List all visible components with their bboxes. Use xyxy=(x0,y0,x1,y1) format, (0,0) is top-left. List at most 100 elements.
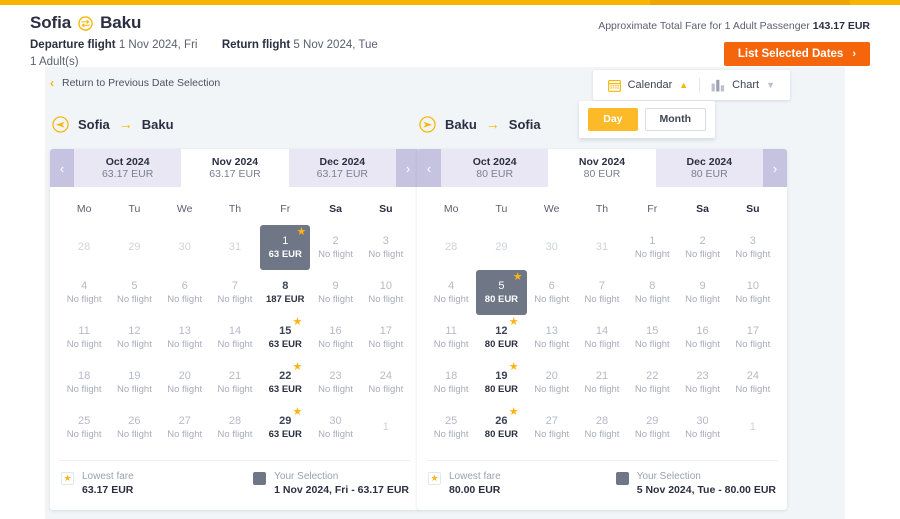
calendar-day-cell[interactable]: 6 No flight xyxy=(160,270,210,315)
calendar-view-tab[interactable]: Calendar ▲ xyxy=(597,71,700,99)
calendar-day-cell[interactable]: 21 No flight xyxy=(577,360,627,405)
calendar-day-cell[interactable]: 25 No flight xyxy=(59,405,109,450)
calendar-day-cell[interactable]: ★ 12 80 EUR xyxy=(476,315,526,360)
calendar-day-cell[interactable]: 25 No flight xyxy=(426,405,476,450)
calendar-day-cell[interactable]: 18 No flight xyxy=(59,360,109,405)
calendar-day-cell-selected[interactable]: ★ 1 63 EUR xyxy=(260,225,311,270)
day-number: 19 xyxy=(128,369,141,382)
calendar-day-cell[interactable]: 4 No flight xyxy=(59,270,109,315)
calendar-day-cell[interactable]: 27 No flight xyxy=(527,405,577,450)
month-tabs: ‹ Oct 2024 80 EUR Nov 2024 80 EUR Dec 2024 80 … xyxy=(417,149,787,187)
calendar-day-cell[interactable]: 24 No flight xyxy=(361,360,411,405)
weekday-label: Sa xyxy=(329,203,342,215)
no-flight-label: No flight xyxy=(634,383,670,395)
calendar-day-cell[interactable]: 26 No flight xyxy=(109,405,159,450)
no-flight-label: No flight xyxy=(318,293,353,305)
calendar-day-cell[interactable]: 20 No flight xyxy=(527,360,577,405)
calendar-day-cell[interactable]: 13 No flight xyxy=(527,315,577,360)
no-flight-label: No flight xyxy=(685,383,720,395)
next-month-button[interactable]: › xyxy=(762,149,787,187)
calendar-day-cell[interactable]: 19 No flight xyxy=(109,360,159,405)
calendar-day-cell[interactable]: 12 No flight xyxy=(109,315,159,360)
calendar-day-cell[interactable]: 27 No flight xyxy=(160,405,210,450)
calendar-day-cell[interactable]: 17 No flight xyxy=(361,315,411,360)
calendar-day-cell[interactable]: 23 No flight xyxy=(677,360,727,405)
calendar-day-cell[interactable]: 5 No flight xyxy=(109,270,159,315)
calendar-day-cell[interactable]: 22 No flight xyxy=(627,360,677,405)
chart-view-tab[interactable]: Chart ▼ xyxy=(700,71,786,99)
day-fare-label: 63 EUR xyxy=(268,338,302,350)
calendar-day-cell[interactable]: 9 No flight xyxy=(677,270,727,315)
calendar-day-cell[interactable]: 28 No flight xyxy=(210,405,260,450)
previous-month-button[interactable]: ‹ xyxy=(417,149,441,187)
calendar-day-cell[interactable]: 24 No flight xyxy=(728,360,778,405)
month-tab[interactable]: Dec 2024 63.17 EUR xyxy=(288,149,396,187)
calendar-day-cell-selected[interactable]: ★ 5 80 EUR xyxy=(476,270,527,315)
granularity-toggle-group: Day Month xyxy=(579,101,715,138)
day-number: 11 xyxy=(78,324,90,337)
month-tab[interactable]: Dec 2024 80 EUR xyxy=(655,149,763,187)
calendar-day-cell[interactable]: 9 No flight xyxy=(310,270,360,315)
calendar-day-cell[interactable]: 3 No flight xyxy=(361,225,411,270)
return-to-previous-link[interactable]: ‹ Return to Previous Date Selection xyxy=(50,77,220,89)
chevron-up-icon: ▲ xyxy=(679,80,689,90)
calendar-day-cell[interactable]: 2 No flight xyxy=(677,225,727,270)
month-tab[interactable]: Oct 2024 63.17 EUR xyxy=(74,149,182,187)
previous-month-button[interactable]: ‹ xyxy=(50,149,74,187)
calendar-day-cell[interactable]: ★ 29 63 EUR xyxy=(260,405,310,450)
lowest-fare-star-icon: ★ xyxy=(292,316,303,328)
calendar-day-cell[interactable]: 1 No flight xyxy=(627,225,677,270)
calendar-day-cell[interactable]: 16 No flight xyxy=(310,315,360,360)
day-number: 17 xyxy=(746,324,759,337)
calendar-day-cell[interactable]: 15 No flight xyxy=(627,315,677,360)
weekday-label: Tu xyxy=(495,203,508,215)
day-number: 15 xyxy=(646,324,659,337)
calendar-day-cell[interactable]: 10 No flight xyxy=(361,270,411,315)
month-tab[interactable]: Nov 2024 80 EUR xyxy=(548,149,656,187)
calendar-day-cell[interactable]: ★ 15 63 EUR xyxy=(260,315,310,360)
no-flight-label: No flight xyxy=(167,293,203,305)
leg-origin: Sofia xyxy=(78,116,110,132)
month-tab[interactable]: Nov 2024 63.17 EUR xyxy=(181,149,289,187)
calendar-day-cell[interactable]: 4 No flight xyxy=(426,270,476,315)
chevron-left-icon: ‹ xyxy=(50,76,54,90)
day-number: 22 xyxy=(646,369,659,382)
calendar-day-cell[interactable]: 17 No flight xyxy=(728,315,778,360)
calendar-day-cell[interactable]: 7 No flight xyxy=(210,270,260,315)
day-number: 30 xyxy=(178,241,191,253)
calendar-day-cell[interactable]: 3 No flight xyxy=(728,225,778,270)
day-number: 30 xyxy=(545,241,558,253)
calendar-day-cell[interactable]: 14 No flight xyxy=(577,315,627,360)
calendar-day-cell[interactable]: ★ 22 63 EUR xyxy=(260,360,310,405)
calendar-day-cell[interactable]: 16 No flight xyxy=(677,315,727,360)
calendar-day-cell[interactable]: 2 No flight xyxy=(310,225,360,270)
calendar-day-cell[interactable]: 28 No flight xyxy=(577,405,627,450)
calendar-day-cell[interactable]: 14 No flight xyxy=(210,315,260,360)
calendar-day-cell[interactable]: ★ 26 80 EUR xyxy=(476,405,526,450)
no-flight-label: No flight xyxy=(116,293,152,305)
calendar-day-cell[interactable]: 7 No flight xyxy=(577,270,627,315)
lowest-fare-star-icon: ★ xyxy=(428,472,441,485)
calendar-day-cell[interactable]: 8 No flight xyxy=(627,270,677,315)
calendar-week-row: 25 No flight ★ 26 80 EUR 27 No flight 28 No flig… xyxy=(426,405,778,450)
calendar-day-cell[interactable]: 11 No flight xyxy=(426,315,476,360)
list-selected-dates-button[interactable]: List Selected Dates › xyxy=(723,42,870,66)
day-granularity-button[interactable]: Day xyxy=(588,108,638,131)
calendar-day-cell[interactable]: 13 No flight xyxy=(160,315,210,360)
calendar-day-cell[interactable]: 23 No flight xyxy=(310,360,360,405)
month-granularity-button[interactable]: Month xyxy=(644,108,706,131)
calendar-day-cell[interactable]: ★ 19 80 EUR xyxy=(476,360,526,405)
calendar-day-cell[interactable]: 10 No flight xyxy=(728,270,778,315)
calendar-day-cell[interactable]: 20 No flight xyxy=(160,360,210,405)
month-tab[interactable]: Oct 2024 80 EUR xyxy=(441,149,549,187)
calendar-day-cell[interactable]: 30 No flight xyxy=(677,405,727,450)
calendar-day-cell[interactable]: 6 No flight xyxy=(527,270,577,315)
calendar-day-cell[interactable]: 30 No flight xyxy=(310,405,360,450)
day-number: 14 xyxy=(228,324,242,337)
no-flight-label: No flight xyxy=(433,383,469,395)
calendar-day-cell[interactable]: 8 187 EUR xyxy=(260,270,310,315)
calendar-day-cell[interactable]: 18 No flight xyxy=(426,360,476,405)
calendar-day-cell[interactable]: 29 No flight xyxy=(627,405,677,450)
calendar-day-cell[interactable]: 21 No flight xyxy=(210,360,260,405)
calendar-day-cell[interactable]: 11 No flight xyxy=(59,315,109,360)
